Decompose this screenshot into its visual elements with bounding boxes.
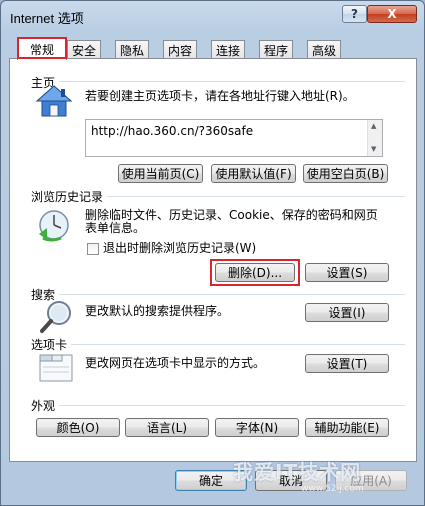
delete-on-exit-checkbox[interactable] [87,243,99,255]
internet-options-window: Internet 选项 ? X 常规 安全 隐私 内容 连接 程序 高级 主页 … [0,0,425,506]
tab-content[interactable]: 内容 [163,40,197,59]
history-section-label: 浏览历史记录 [31,188,108,205]
home-url-value: http://hao.360.cn/?360safe [91,124,254,138]
scroll-down-icon[interactable]: ▼ [371,145,376,153]
tab-connections[interactable]: 连接 [211,40,245,59]
history-description-line2: 表单信息。 [85,221,146,235]
appearance-section-label: 外观 [31,397,60,414]
help-button[interactable]: ? [342,5,367,23]
colors-button[interactable]: 颜色(O) [36,418,120,437]
tab-security[interactable]: 安全 [67,40,101,59]
appearance-separator [35,405,405,406]
search-icon [40,301,71,333]
search-separator [35,294,405,295]
history-icon [39,210,69,242]
tabs-icon [39,354,73,382]
tab-advanced[interactable]: 高级 [307,40,341,59]
watermark-text: 我爱IT技术网 [233,460,362,484]
home-separator [35,81,405,82]
use-default-button[interactable]: 使用默认值(F) [211,164,296,183]
watermark-url: www.52ij.com [301,484,364,494]
close-icon: X [387,7,397,21]
fonts-button[interactable]: 字体(N) [215,418,299,437]
languages-button[interactable]: 语言(L) [125,418,209,437]
use-current-button[interactable]: 使用当前页(C) [118,164,203,183]
window-title: Internet 选项 [10,11,84,26]
close-button[interactable]: X [367,5,417,23]
home-description: 若要创建主页选项卡，请在各地址行键入地址(R)。 [85,89,355,103]
delete-on-exit-label[interactable]: 退出时删除浏览历史记录(W) [103,241,256,256]
scroll-up-icon[interactable]: ▲ [371,122,376,130]
home-url-field[interactable]: http://hao.360.cn/?360safe ▲ ▼ [85,119,383,157]
tab-privacy[interactable]: 隐私 [115,40,149,59]
search-settings-button[interactable]: 设置(I) [305,303,389,322]
url-scrollbar[interactable]: ▲ ▼ [367,120,382,156]
search-description: 更改默认的搜索提供程序。 [85,304,230,318]
tab-programs[interactable]: 程序 [259,40,293,59]
use-blank-button[interactable]: 使用空白页(B) [303,164,388,183]
home-icon [35,85,73,117]
accessibility-button[interactable]: 辅助功能(E) [305,418,389,437]
history-settings-button[interactable]: 设置(S) [305,263,389,282]
help-icon: ? [351,7,358,21]
tab-general[interactable]: 常规 [17,37,67,60]
tabs-separator [35,344,405,345]
title-bar[interactable]: Internet 选项 ? X [1,1,424,31]
tabs-description: 更改网页在选项卡中显示的方式。 [85,356,266,370]
tabs-settings-button[interactable]: 设置(T) [305,354,389,373]
delete-history-button[interactable]: 删除(D)... [215,263,295,282]
